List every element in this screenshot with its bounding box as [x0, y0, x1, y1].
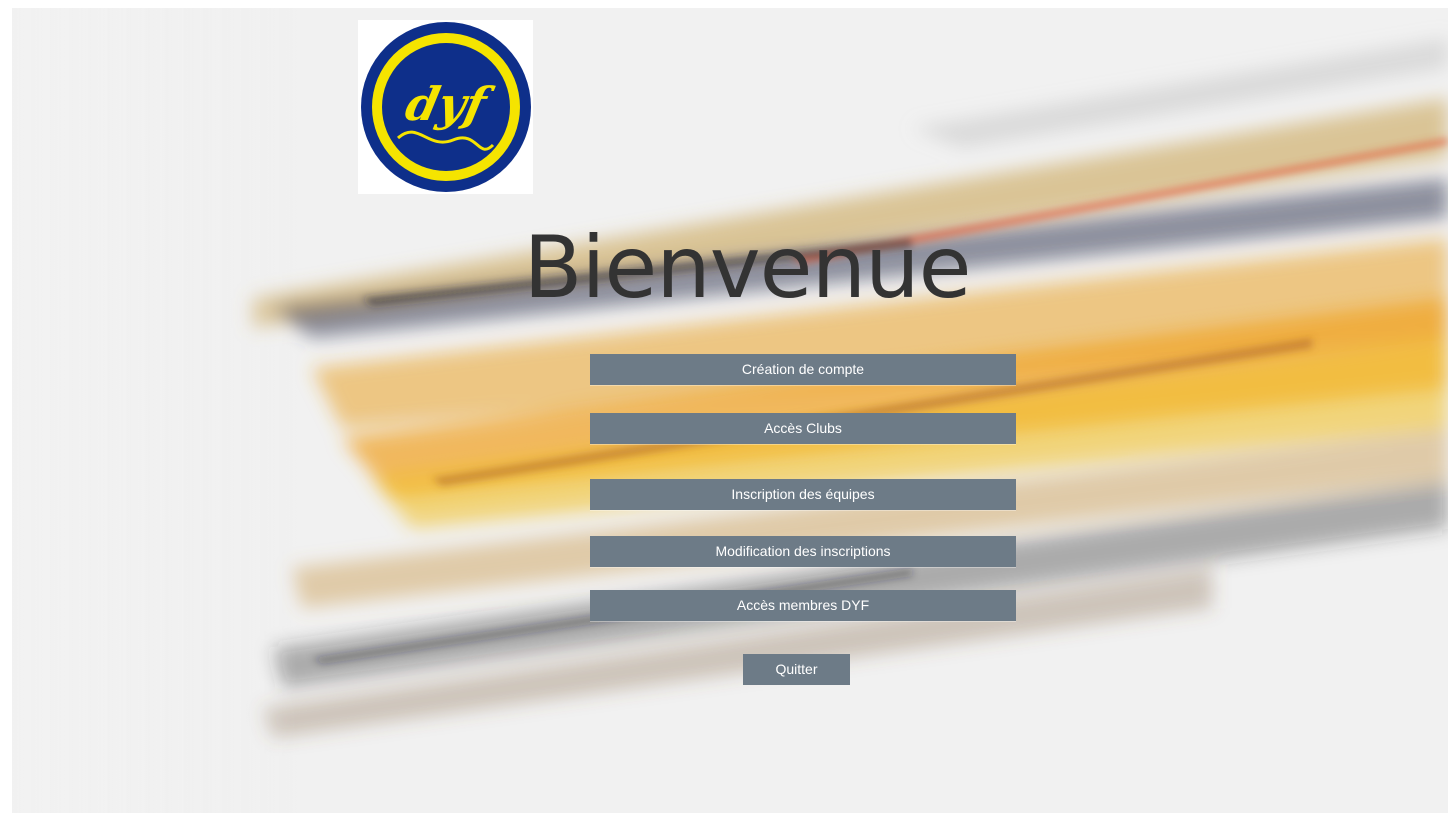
background-streaks	[12, 8, 1448, 813]
dyf-logo: dyf	[358, 20, 533, 194]
clubs-access-button[interactable]: Accès Clubs	[590, 413, 1016, 444]
create-account-button[interactable]: Création de compte	[590, 354, 1016, 385]
edit-registrations-button[interactable]: Modification des inscriptions	[590, 536, 1016, 567]
welcome-page: dyf Bienvenue Création de compte Accès C…	[12, 8, 1448, 813]
team-registration-button[interactable]: Inscription des équipes	[590, 479, 1016, 510]
quit-button[interactable]: Quitter	[743, 654, 850, 685]
dyf-logo-icon: dyf	[361, 22, 531, 192]
welcome-title: Bienvenue	[523, 218, 971, 318]
app-window: dyf Bienvenue Création de compte Accès C…	[0, 0, 1448, 815]
dyf-members-access-button[interactable]: Accès membres DYF	[590, 590, 1016, 621]
